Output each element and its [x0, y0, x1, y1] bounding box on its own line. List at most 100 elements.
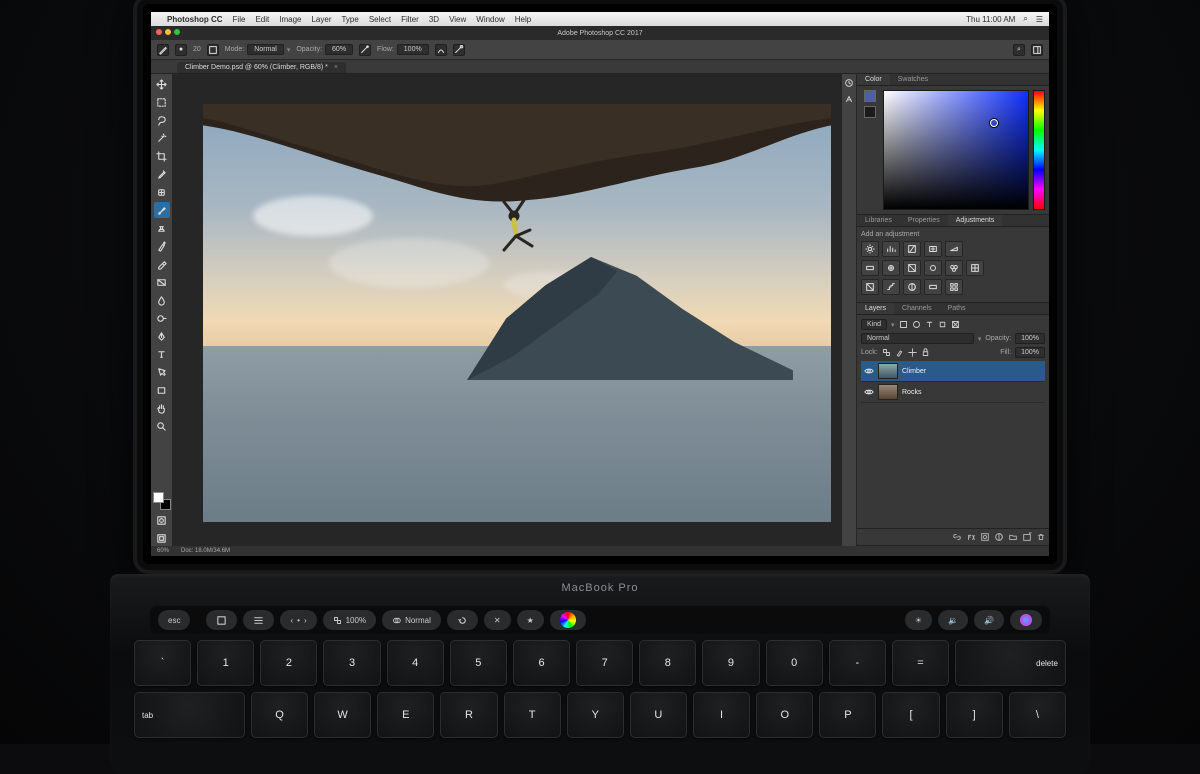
pressure-size-icon[interactable] [453, 44, 465, 56]
filter-shape-icon[interactable] [938, 320, 947, 329]
key-i[interactable]: I [693, 692, 750, 738]
dodge-tool[interactable] [154, 310, 170, 326]
tab-libraries[interactable]: Libraries [857, 215, 900, 226]
touchbar-volume-high-icon[interactable]: 🔊 [974, 610, 1004, 630]
crop-tool[interactable] [154, 148, 170, 164]
workspace-icon[interactable] [1031, 44, 1043, 56]
touchbar-color-icon[interactable] [550, 610, 586, 630]
adj-colorbalance-icon[interactable] [882, 260, 900, 276]
healing-brush-tool[interactable] [154, 184, 170, 200]
flow-field[interactable]: 100% [397, 44, 429, 55]
adj-channelmixer-icon[interactable] [945, 260, 963, 276]
airbrush-icon[interactable] [435, 44, 447, 56]
key-t[interactable]: T [504, 692, 561, 738]
key-3[interactable]: 3 [323, 640, 380, 686]
color-field[interactable] [883, 90, 1029, 210]
adj-brightness-icon[interactable] [861, 241, 879, 257]
key-p[interactable]: P [819, 692, 876, 738]
key-backslash[interactable]: \ [1009, 692, 1066, 738]
key-9[interactable]: 9 [702, 640, 759, 686]
key-2[interactable]: 2 [260, 640, 317, 686]
key-minus[interactable]: - [829, 640, 886, 686]
screen-mode-icon[interactable] [154, 530, 170, 546]
menu-help[interactable]: Help [515, 15, 531, 24]
clone-stamp-tool[interactable] [154, 220, 170, 236]
adj-levels-icon[interactable] [882, 241, 900, 257]
move-tool[interactable] [154, 76, 170, 92]
zoom-tool[interactable] [154, 418, 170, 434]
touchbar-brightness-icon[interactable]: ☀ [905, 610, 932, 630]
marquee-tool[interactable] [154, 94, 170, 110]
key-0[interactable]: 0 [766, 640, 823, 686]
layer-filter-kind[interactable]: Kind [861, 319, 887, 330]
key-e[interactable]: E [377, 692, 434, 738]
adj-colorlookup-icon[interactable] [966, 260, 984, 276]
layer-thumbnail[interactable] [878, 384, 898, 400]
tab-adjustments[interactable]: Adjustments [948, 215, 1003, 226]
key-w[interactable]: W [314, 692, 371, 738]
key-6[interactable]: 6 [513, 640, 570, 686]
path-selection-tool[interactable] [154, 364, 170, 380]
adj-selectivecolor-icon[interactable] [945, 279, 963, 295]
touchbar-brush-icon[interactable] [243, 610, 274, 630]
menu-window[interactable]: Window [476, 15, 504, 24]
key-equals[interactable]: = [892, 640, 949, 686]
tab-color[interactable]: Color [857, 74, 890, 85]
app-menu[interactable]: Photoshop CC [167, 15, 223, 24]
menu-file[interactable]: File [233, 15, 246, 24]
hue-slider[interactable] [1033, 90, 1045, 210]
touchbar-blend[interactable]: Normal [382, 610, 441, 630]
key-bracket-l[interactable]: [ [882, 692, 939, 738]
lasso-tool[interactable] [154, 112, 170, 128]
menu-edit[interactable]: Edit [255, 15, 269, 24]
menu-select[interactable]: Select [369, 15, 391, 24]
lock-all-icon[interactable] [921, 348, 930, 357]
brush-preview-icon[interactable]: ● [175, 44, 187, 56]
key-8[interactable]: 8 [639, 640, 696, 686]
new-layer-icon[interactable] [1022, 532, 1032, 542]
color-swatches[interactable] [153, 492, 171, 510]
adj-photofilter-icon[interactable] [924, 260, 942, 276]
key-delete[interactable]: delete [955, 640, 1066, 686]
layer-fill-field[interactable]: 100% [1015, 347, 1045, 358]
delete-layer-icon[interactable] [1036, 532, 1046, 542]
menu-filter[interactable]: Filter [401, 15, 419, 24]
adj-vibrance-icon[interactable] [945, 241, 963, 257]
key-5[interactable]: 5 [450, 640, 507, 686]
key-tab[interactable]: tab [134, 692, 245, 738]
key-backtick[interactable]: ` [134, 640, 191, 686]
search-icon[interactable]: ⌕ [1013, 44, 1025, 56]
adj-curves-icon[interactable] [903, 241, 921, 257]
document-tab[interactable]: Climber Demo.psd @ 60% (Climber, RGB/8) … [177, 62, 346, 73]
filter-type-icon[interactable] [925, 320, 934, 329]
layer-name[interactable]: Rocks [902, 389, 1042, 396]
eyedropper-tool[interactable] [154, 166, 170, 182]
touchbar-opacity[interactable]: 100% [323, 610, 376, 630]
notification-icon[interactable]: ☰ [1036, 15, 1043, 24]
filter-pixel-icon[interactable] [899, 320, 908, 329]
doc-info[interactable]: Doc: 18.0M/34.6M [181, 548, 230, 554]
touchbar-esc[interactable]: esc [158, 610, 190, 630]
tab-channels[interactable]: Channels [894, 303, 940, 314]
opacity-field[interactable]: 60% [325, 44, 353, 55]
adj-hue-icon[interactable] [861, 260, 879, 276]
menu-view[interactable]: View [449, 15, 466, 24]
visibility-icon[interactable] [864, 366, 874, 376]
magic-wand-tool[interactable] [154, 130, 170, 146]
touchbar-layout-icon[interactable] [206, 610, 237, 630]
rectangle-tool[interactable] [154, 382, 170, 398]
document-canvas[interactable] [203, 104, 831, 522]
character-panel-icon[interactable] [844, 94, 854, 104]
quick-mask-icon[interactable] [154, 512, 170, 528]
new-group-icon[interactable] [1008, 532, 1018, 542]
brush-tool[interactable] [154, 202, 170, 218]
tab-paths[interactable]: Paths [940, 303, 974, 314]
lock-paint-icon[interactable] [895, 348, 904, 357]
adj-threshold-icon[interactable] [903, 279, 921, 295]
tab-properties[interactable]: Properties [900, 215, 948, 226]
menubar-clock[interactable]: Thu 11:00 AM [966, 15, 1015, 24]
filter-smart-icon[interactable] [951, 320, 960, 329]
filter-adjust-icon[interactable] [912, 320, 921, 329]
key-q[interactable]: Q [251, 692, 308, 738]
history-panel-icon[interactable] [844, 78, 854, 88]
